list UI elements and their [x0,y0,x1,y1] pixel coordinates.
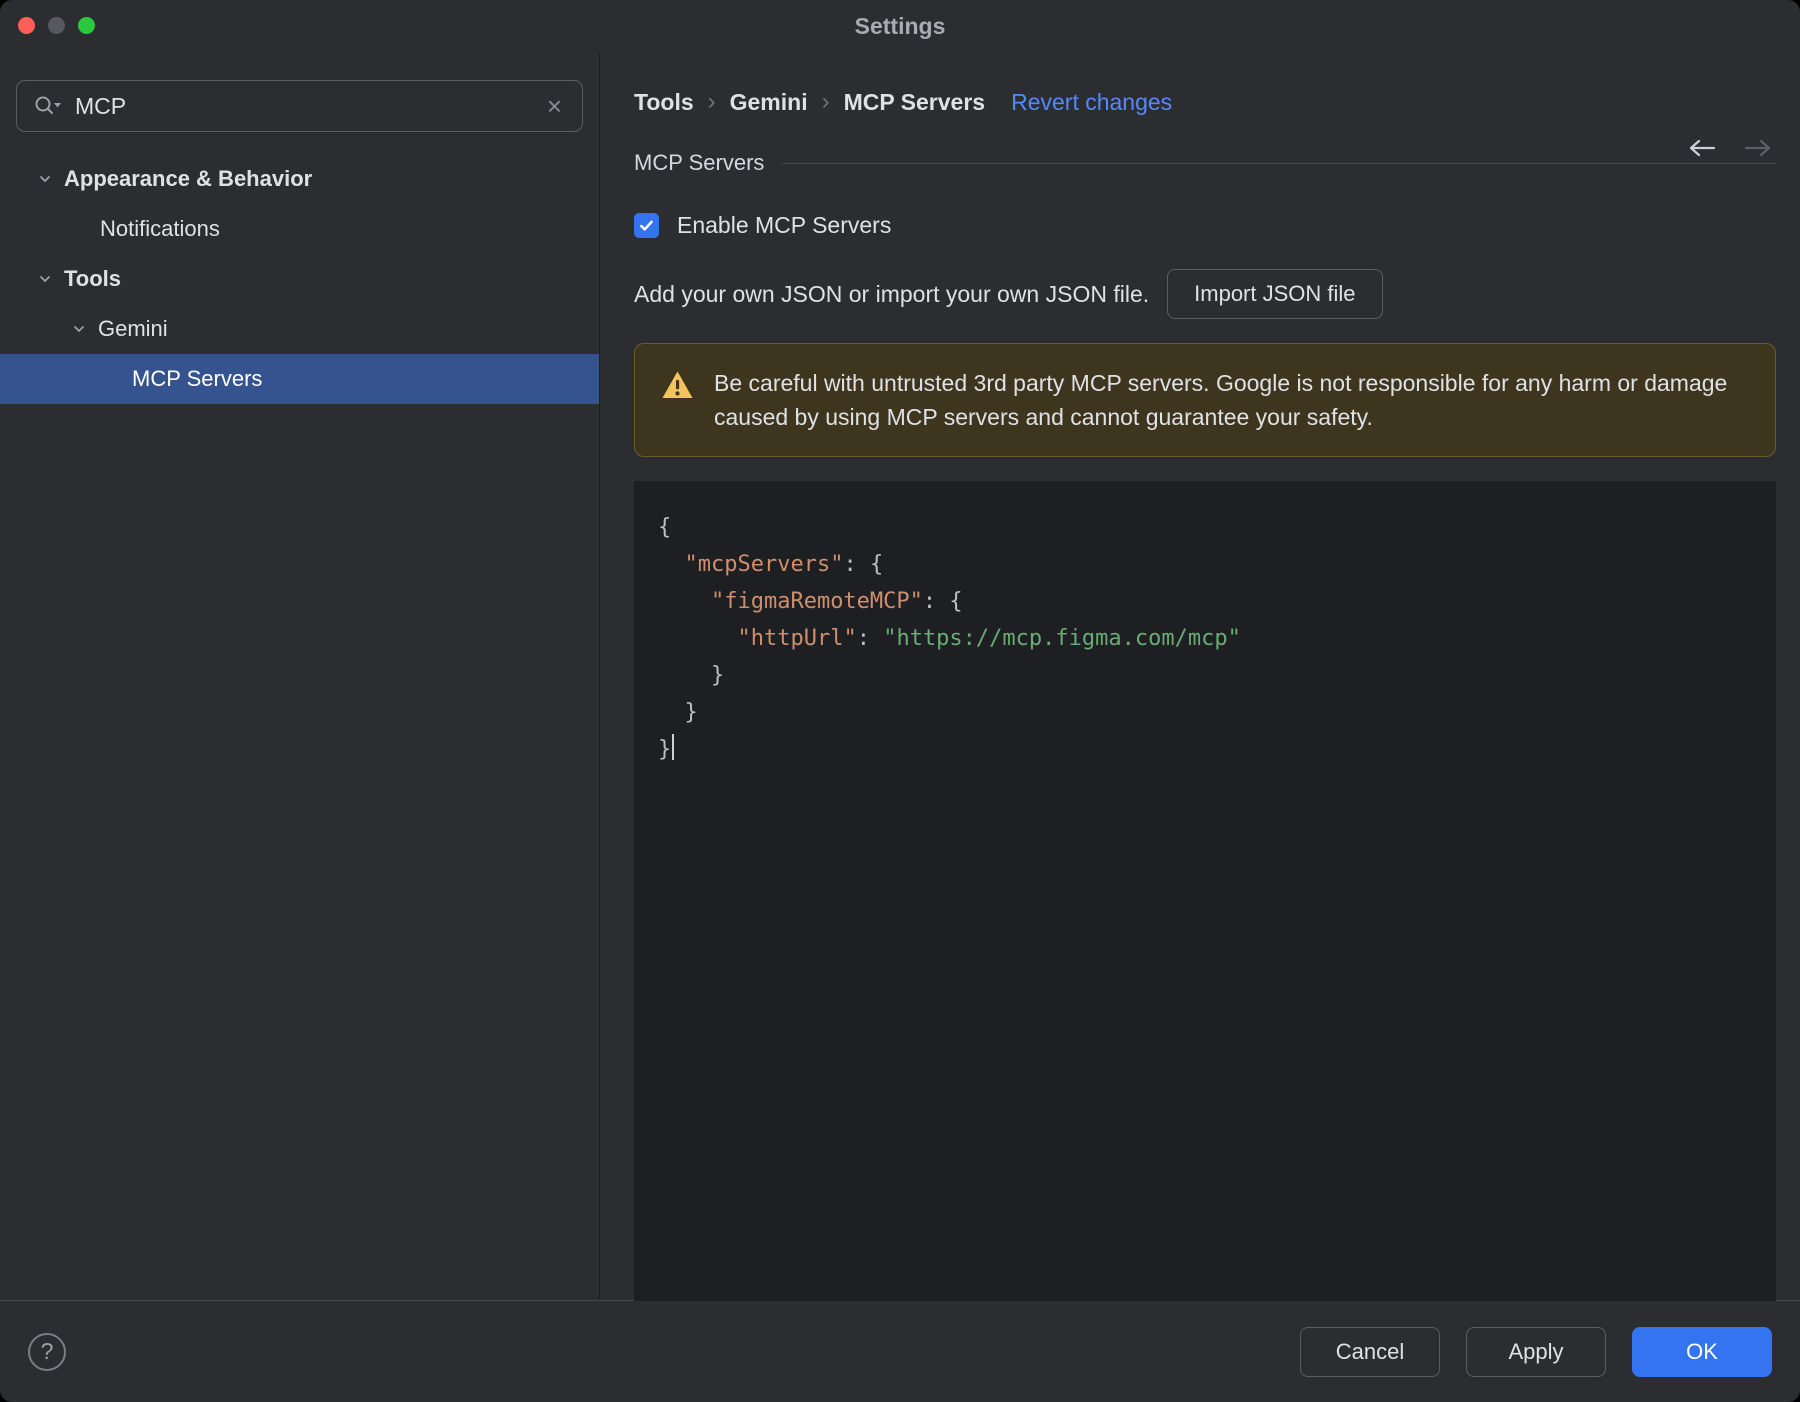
settings-window: Settings MCP × Appearance & Behavior Not… [0,0,1800,1402]
code-line: } [658,731,1756,768]
history-navigation [1686,136,1774,160]
warning-banner: Be careful with untrusted 3rd party MCP … [634,343,1776,457]
breadcrumb-item-tools[interactable]: Tools [634,89,694,116]
search-icon [33,94,63,118]
sidebar-item-label: Notifications [100,216,220,241]
cancel-button[interactable]: Cancel [1300,1326,1440,1377]
sidebar-item-notifications[interactable]: Notifications [0,204,599,254]
code-line: "figmaRemoteMCP": { [710,589,963,614]
import-json-row: Add your own JSON or import your own JSO… [634,269,1776,319]
zoom-window-button[interactable] [78,17,95,34]
traffic-lights [18,17,95,34]
import-json-description: Add your own JSON or import your own JSO… [634,280,1150,307]
apply-button[interactable]: Apply [1466,1326,1606,1377]
settings-tree: Appearance & Behavior Notifications Tool… [0,154,599,404]
sidebar-item-tools[interactable]: Tools [0,254,599,304]
code-line: { [658,515,672,540]
code-line: } [658,700,698,725]
close-window-button[interactable] [18,17,35,34]
search-query-text: MCP [75,92,127,119]
sidebar-item-gemini[interactable]: Gemini [0,304,599,354]
clear-search-icon[interactable]: × [543,93,566,119]
breadcrumb-separator: › [821,88,830,115]
sidebar-item-label: MCP Servers [132,366,263,391]
enable-mcp-servers-checkbox[interactable] [634,213,659,238]
section-divider [782,162,1776,164]
breadcrumb-separator: › [707,88,716,115]
breadcrumb-item-mcp-servers: MCP Servers [843,88,986,115]
title-bar: Settings [0,0,1800,52]
code-line: "httpUrl": "https://mcp.figma.com/mcp" [737,626,1241,651]
ok-button[interactable]: OK [1632,1326,1772,1377]
forward-arrow-icon[interactable] [1742,136,1774,160]
section-header: MCP Servers [634,150,1776,176]
footer-buttons: Cancel Apply OK [1300,1326,1772,1377]
settings-content: Tools › Gemini › MCP Servers Revert chan… [600,52,1800,1301]
settings-body: MCP × Appearance & Behavior Notification… [0,52,1800,1301]
chevron-down-icon[interactable] [62,321,96,337]
help-icon[interactable]: ? [28,1332,66,1371]
enable-mcp-servers-row[interactable]: Enable MCP Servers [634,212,1776,239]
revert-changes-link[interactable]: Revert changes [1011,89,1172,116]
chevron-down-icon[interactable] [28,271,62,287]
sidebar-item-label: Tools [64,266,122,291]
window-title: Settings [854,12,946,39]
warning-icon [661,370,694,400]
sidebar-item-label: Appearance & Behavior [64,166,313,191]
warning-text: Be careful with untrusted 3rd party MCP … [714,370,1728,430]
chevron-down-icon[interactable] [28,171,62,187]
minimize-window-button[interactable] [48,17,65,34]
code-line: } [658,663,725,688]
settings-sidebar: MCP × Appearance & Behavior Notification… [0,52,600,1300]
code-line: "mcpServers": { [684,552,884,577]
enable-mcp-servers-label: Enable MCP Servers [677,212,892,238]
json-config-editor[interactable]: { "mcpServers": { "figmaRemoteMCP": { "h… [634,481,1776,1301]
sidebar-item-appearance-behavior[interactable]: Appearance & Behavior [0,154,599,204]
sidebar-item-mcp-servers[interactable]: MCP Servers [0,354,599,404]
sidebar-item-label: Gemini [98,316,168,341]
dialog-footer: ? Cancel Apply OK [0,1300,1800,1402]
back-arrow-icon[interactable] [1686,136,1718,160]
breadcrumb: Tools › Gemini › MCP Servers Revert chan… [634,88,1776,116]
text-cursor [672,734,675,760]
section-title: MCP Servers [634,150,765,175]
breadcrumb-item-gemini[interactable]: Gemini [730,89,808,116]
import-json-file-button[interactable]: Import JSON file [1167,269,1383,319]
settings-search-input[interactable]: MCP × [16,80,583,132]
